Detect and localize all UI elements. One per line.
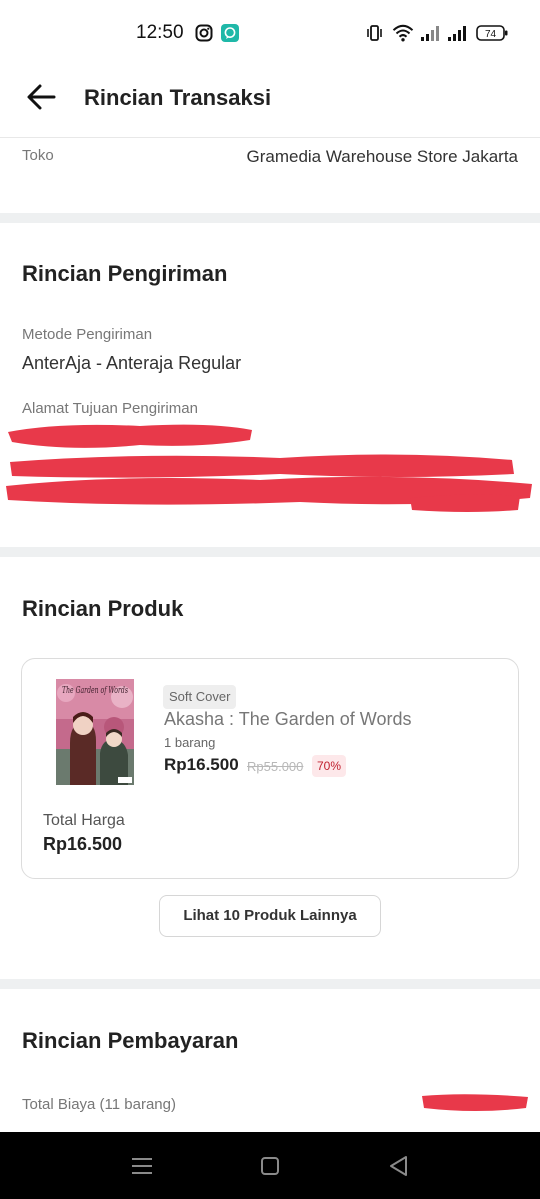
product-original-price: Rp55.000 <box>247 759 304 774</box>
battery-level: 74 <box>485 29 497 40</box>
section-divider <box>0 213 540 223</box>
battery-icon: 74 <box>476 25 508 41</box>
store-label: Toko <box>22 147 54 164</box>
vibrate-icon <box>367 25 382 41</box>
system-nav-bar <box>0 1132 540 1199</box>
shipping-method-value: AnterAja - Anteraja Regular <box>22 353 242 373</box>
home-square-icon[interactable] <box>255 1152 285 1180</box>
total-price-label: Total Harga <box>43 812 125 829</box>
discount-badge: 70% <box>312 755 347 777</box>
shipping-method-label: Metode Pengiriman <box>22 326 153 343</box>
format-badge: Soft Cover <box>163 685 237 709</box>
shipping-section-title: Rincian Pengiriman <box>22 261 228 286</box>
arrow-left-icon[interactable] <box>24 80 60 114</box>
payment-total-label: Total Biaya (11 barang) <box>22 1096 176 1113</box>
section-divider <box>0 979 540 989</box>
book-cover-title: The Garden of Words <box>62 686 128 696</box>
app-header: Rincian Transaksi <box>0 68 540 138</box>
status-bar: 12:50 74 <box>0 0 540 68</box>
redacted-amount <box>422 1094 528 1111</box>
payment-section-title: Rincian Pembayaran <box>22 1028 239 1053</box>
view-more-products-button[interactable]: Lihat 10 Produk Lainnya <box>159 895 381 937</box>
product-section-title: Rincian Produk <box>22 596 184 621</box>
product-name: Akasha : The Garden of Words <box>164 709 412 729</box>
instagram-icon <box>195 24 213 42</box>
store-value: Gramedia Warehouse Store Jakarta <box>246 147 519 166</box>
product-price: Rp16.500 <box>164 755 239 774</box>
back-triangle-icon[interactable] <box>384 1152 414 1180</box>
signal-icon <box>448 26 466 41</box>
wifi-icon <box>392 24 414 42</box>
page-title: Rincian Transaksi <box>84 85 272 110</box>
store-row: Toko Gramedia Warehouse Store Jakarta <box>0 139 540 213</box>
shipping-address-label: Alamat Tujuan Pengiriman <box>22 400 198 417</box>
product-quantity: 1 barang <box>164 735 216 750</box>
redacted-address <box>6 424 532 512</box>
total-price-value: Rp16.500 <box>43 834 123 854</box>
section-divider <box>0 547 540 557</box>
book-cover-image: The Garden of Words <box>56 679 134 785</box>
status-time: 12:50 <box>136 22 184 43</box>
signal-icon <box>421 26 439 41</box>
product-card[interactable]: The Garden of Words Soft Cover Akasha : … <box>21 658 519 879</box>
chat-app-icon <box>221 24 239 42</box>
menu-icon[interactable] <box>127 1152 157 1180</box>
